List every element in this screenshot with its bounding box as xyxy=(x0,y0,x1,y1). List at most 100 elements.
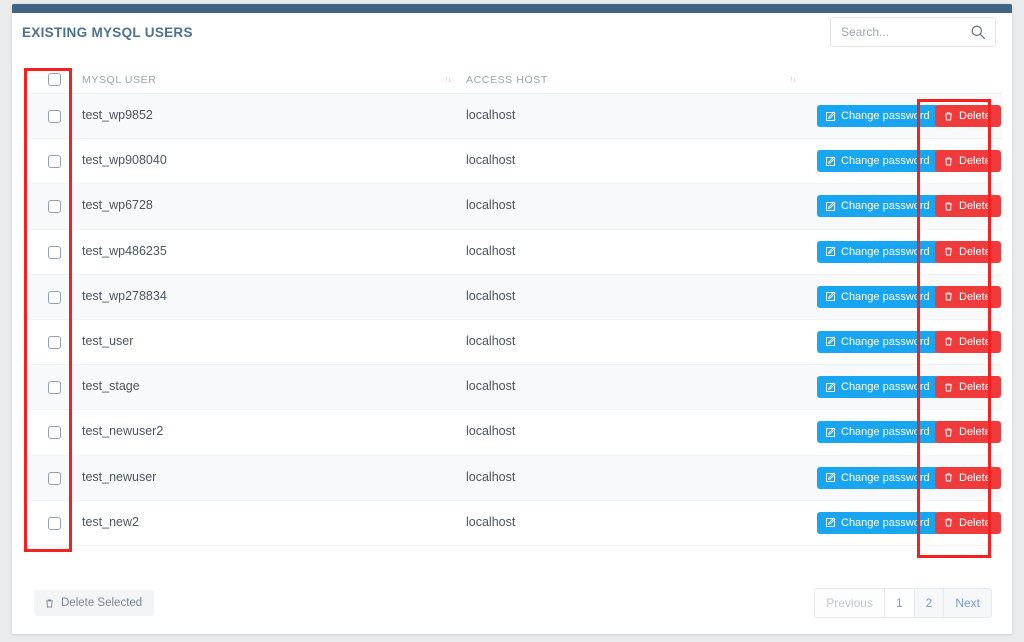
cell-access-host: localhost xyxy=(466,108,516,122)
trash-icon xyxy=(44,598,55,609)
table-body: test_wp9852 localhost Change password Delet… xyxy=(22,94,1002,546)
mysql-users-table: MYSQL USER ↑↓ ACCESS HOST ↑↓ test_wp9852… xyxy=(22,68,1002,546)
delete-button[interactable]: Delete xyxy=(935,105,1001,127)
page-root: EXISTING MYSQL USERS MYSQL USER ↑↓ ACCES… xyxy=(0,0,1024,642)
delete-button[interactable]: Delete xyxy=(935,376,1001,399)
delete-selected-label: Delete Selected xyxy=(61,597,143,609)
edit-square-icon xyxy=(825,382,836,393)
change-password-button[interactable]: Change password xyxy=(817,421,939,444)
row-checkbox[interactable] xyxy=(48,426,61,440)
mysql-users-card: EXISTING MYSQL USERS MYSQL USER ↑↓ ACCES… xyxy=(12,4,1012,634)
change-password-button[interactable]: Change password xyxy=(817,376,939,399)
edit-square-icon xyxy=(825,201,836,212)
cell-access-host: localhost xyxy=(466,243,516,258)
delete-button[interactable]: Delete xyxy=(935,195,1001,218)
edit-square-icon xyxy=(825,291,836,302)
pagination-page-2[interactable]: 2 xyxy=(913,588,945,618)
table-row: test_stage localhost Change password Delete xyxy=(22,365,1002,411)
trash-icon xyxy=(943,201,954,212)
delete-button[interactable]: Delete xyxy=(935,240,1001,263)
cell-mysql-user: test_wp278834 xyxy=(82,288,167,303)
cell-access-host: localhost xyxy=(466,288,516,303)
delete-label: Delete xyxy=(959,245,991,258)
column-header-mysql-user[interactable]: MYSQL USER xyxy=(82,74,156,86)
change-password-button[interactable]: Change password xyxy=(817,330,939,353)
trash-icon xyxy=(943,427,954,438)
delete-label: Delete xyxy=(959,290,991,303)
table-row: test_user localhost Change password Delete xyxy=(22,319,1002,366)
pagination: Previous 1 2 Next xyxy=(814,588,992,618)
pagination-next[interactable]: Next xyxy=(943,588,992,618)
cell-mysql-user: test_newuser2 xyxy=(82,424,164,439)
delete-label: Delete xyxy=(959,335,991,348)
row-checkbox[interactable] xyxy=(48,155,61,169)
delete-button[interactable]: Delete xyxy=(935,150,1001,173)
cell-access-host: localhost xyxy=(466,198,516,213)
delete-label: Delete xyxy=(959,426,991,439)
row-checkbox[interactable] xyxy=(48,200,61,214)
table-row: test_wp486235 localhost Change password Del… xyxy=(22,229,1002,275)
row-checkbox[interactable] xyxy=(48,290,61,304)
change-password-button[interactable]: Change password xyxy=(817,466,939,489)
delete-button[interactable]: Delete xyxy=(935,466,1001,489)
table-row: test_wp278834 localhost Change password Del… xyxy=(22,274,1002,320)
change-password-label: Change password xyxy=(841,290,930,303)
edit-square-icon xyxy=(825,156,836,167)
delete-button[interactable]: Delete xyxy=(935,285,1001,308)
change-password-label: Change password xyxy=(841,471,930,484)
change-password-label: Change password xyxy=(841,245,930,258)
delete-label: Delete xyxy=(959,516,991,529)
change-password-button[interactable]: Change password xyxy=(817,285,939,308)
cell-mysql-user: test_user xyxy=(82,333,134,348)
table-row: test_wp6728 localhost Change password Delet… xyxy=(22,184,1002,230)
sort-updown-icon-access-host[interactable]: ↑↓ xyxy=(789,74,797,84)
table-header-row: MYSQL USER ↑↓ ACCESS HOST ↑↓ xyxy=(22,68,1002,94)
edit-square-icon xyxy=(825,336,836,347)
search-input[interactable] xyxy=(841,18,967,46)
delete-button[interactable]: Delete xyxy=(935,421,1001,444)
change-password-label: Change password xyxy=(841,200,930,213)
delete-label: Delete xyxy=(959,471,991,484)
table-row: test_wp908040 localhost Change password Del… xyxy=(22,139,1002,185)
cell-mysql-user: test_new2 xyxy=(82,514,139,529)
delete-selected-button[interactable]: Delete Selected xyxy=(34,590,155,616)
delete-button[interactable]: Delete xyxy=(935,511,1001,534)
trash-icon xyxy=(943,472,954,483)
table-row: test_newuser2 localhost Change password Del… xyxy=(22,410,1002,456)
pagination-page-1[interactable]: 1 xyxy=(883,588,915,618)
change-password-button[interactable]: Change password xyxy=(817,240,939,263)
table-row: test_new2 localhost Change password Delete xyxy=(22,500,1002,546)
change-password-button[interactable]: Change password xyxy=(817,195,939,218)
row-checkbox[interactable] xyxy=(48,245,61,259)
row-checkbox[interactable] xyxy=(48,381,61,395)
column-header-access-host[interactable]: ACCESS HOST xyxy=(466,74,548,86)
change-password-label: Change password xyxy=(841,155,930,168)
row-checkbox[interactable] xyxy=(48,110,61,123)
delete-button[interactable]: Delete xyxy=(935,330,1001,353)
edit-square-icon xyxy=(825,246,836,257)
table-row: test_newuser localhost Change password Dele… xyxy=(22,455,1002,501)
change-password-label: Change password xyxy=(841,335,930,348)
cell-access-host: localhost xyxy=(466,469,516,484)
change-password-button[interactable]: Change password xyxy=(817,511,939,534)
pagination-previous[interactable]: Previous xyxy=(814,588,885,618)
select-all-checkbox[interactable] xyxy=(48,73,61,86)
search-box[interactable] xyxy=(830,17,996,47)
edit-square-icon xyxy=(825,472,836,483)
cell-access-host: localhost xyxy=(466,424,516,439)
cell-access-host: localhost xyxy=(466,514,516,529)
row-checkbox[interactable] xyxy=(48,471,61,485)
card-top-accent-bar xyxy=(12,4,1012,13)
cell-mysql-user: test_stage xyxy=(82,379,140,394)
change-password-button[interactable]: Change password xyxy=(817,150,939,173)
change-password-button[interactable]: Change password xyxy=(817,105,939,127)
trash-icon xyxy=(943,517,954,528)
trash-icon xyxy=(943,382,954,393)
trash-icon xyxy=(943,291,954,302)
cell-access-host: localhost xyxy=(466,333,516,348)
row-checkbox[interactable] xyxy=(48,335,61,349)
row-checkbox[interactable] xyxy=(48,516,61,530)
sort-updown-icon-mysql-user[interactable]: ↑↓ xyxy=(444,74,452,84)
cell-access-host: localhost xyxy=(466,379,516,394)
change-password-label: Change password xyxy=(841,516,930,529)
